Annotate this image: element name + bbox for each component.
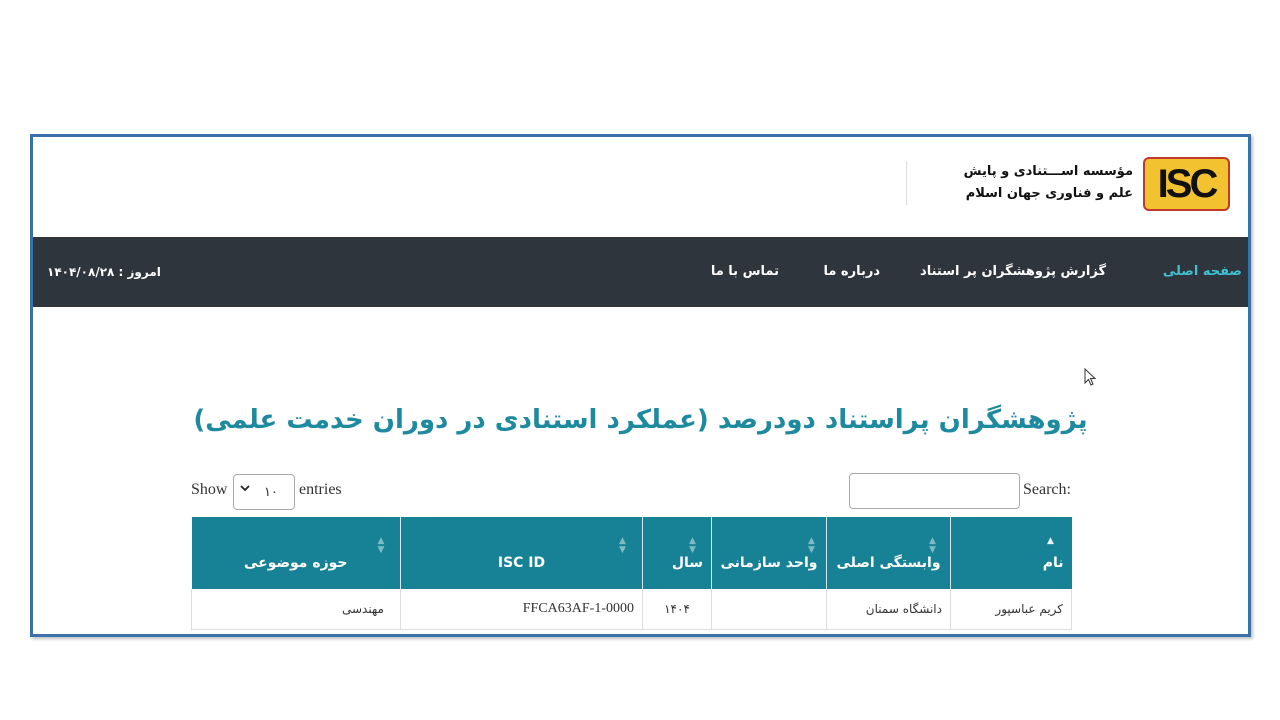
mouse-cursor-icon	[1084, 368, 1097, 386]
col-header-name[interactable]: ▲ نام	[950, 517, 1072, 589]
main-navbar: صفحه اصلی گزارش پژوهشگران پر استناد دربا…	[33, 237, 1248, 307]
nav-about-link[interactable]: درباره ما	[823, 237, 880, 307]
sort-icon: ▲ ▼	[689, 536, 696, 555]
page-length-value: ۱۰	[264, 485, 278, 500]
nav-contact-link[interactable]: تماس با ما	[711, 237, 779, 307]
col-header-year[interactable]: ▲ ▼ سال	[642, 517, 712, 589]
isc-logo[interactable]: ISC	[1143, 157, 1230, 211]
col-header-field[interactable]: ▲ ▼ حوزه موضوعی	[191, 517, 401, 589]
sort-icon: ▲ ▼	[619, 536, 626, 555]
table-header-row: ▲ ▼ حوزه موضوعی ▲ ▼ ISC ID ▲ ▼ سال ▲ ▼ واحد سازم…	[191, 517, 1072, 589]
org-name: مؤسسه اســـتنادی و پایش علم و فناوری جها…	[963, 161, 1133, 205]
chevron-down-icon	[240, 483, 250, 496]
table-row[interactable]: مهندسی FFCA63AF-1-0000 ۱۴۰۴ دانشگاه سمنا…	[191, 589, 1072, 630]
cell-affiliation: دانشگاه سمنان	[826, 589, 951, 630]
search-input[interactable]	[849, 473, 1020, 509]
cell-year: ۱۴۰۴	[642, 589, 712, 630]
header-divider	[906, 161, 907, 205]
org-name-line2: علم و فناوری جهان اسلام	[965, 186, 1133, 201]
nav-home-link[interactable]: صفحه اصلی	[1163, 237, 1242, 307]
cell-unit	[711, 589, 827, 630]
sort-icon: ▲ ▼	[929, 536, 936, 555]
cell-isc-id: FFCA63AF-1-0000	[400, 589, 643, 630]
show-label: Show	[191, 481, 228, 498]
sort-icon: ▲ ▼	[808, 536, 815, 555]
sort-icon: ▲ ▼	[377, 536, 385, 555]
search-label: Search:	[1023, 481, 1071, 498]
sort-asc-icon: ▲	[1047, 536, 1054, 546]
org-name-line1: مؤسسه اســـتنادی و پایش	[963, 164, 1133, 179]
cell-field: مهندسی	[191, 589, 401, 630]
browser-frame: ISC مؤسسه اســـتنادی و پایش علم و فناوری…	[30, 134, 1251, 637]
entries-label: entries	[299, 481, 342, 498]
site-header: ISC مؤسسه اســـتنادی و پایش علم و فناوری…	[33, 137, 1248, 237]
page-title: پژوهشگران پراستناد دودرصد (عملکرد استناد…	[193, 405, 1088, 435]
today-date: امروز : ۱۴۰۴/۰۸/۲۸	[47, 265, 161, 279]
col-header-unit[interactable]: ▲ ▼ واحد سازمانی	[711, 517, 827, 589]
researchers-table: ▲ ▼ حوزه موضوعی ▲ ▼ ISC ID ▲ ▼ سال ▲ ▼ واحد سازم…	[191, 517, 1072, 630]
nav-report-link[interactable]: گزارش پژوهشگران پر استناد	[920, 237, 1106, 307]
cell-name: کریم عباسپور	[950, 589, 1072, 630]
page-length-select[interactable]: ۱۰	[233, 474, 295, 510]
col-header-isc-id[interactable]: ▲ ▼ ISC ID	[400, 517, 643, 589]
col-header-affiliation[interactable]: ▲ ▼ وابستگی اصلی	[826, 517, 951, 589]
